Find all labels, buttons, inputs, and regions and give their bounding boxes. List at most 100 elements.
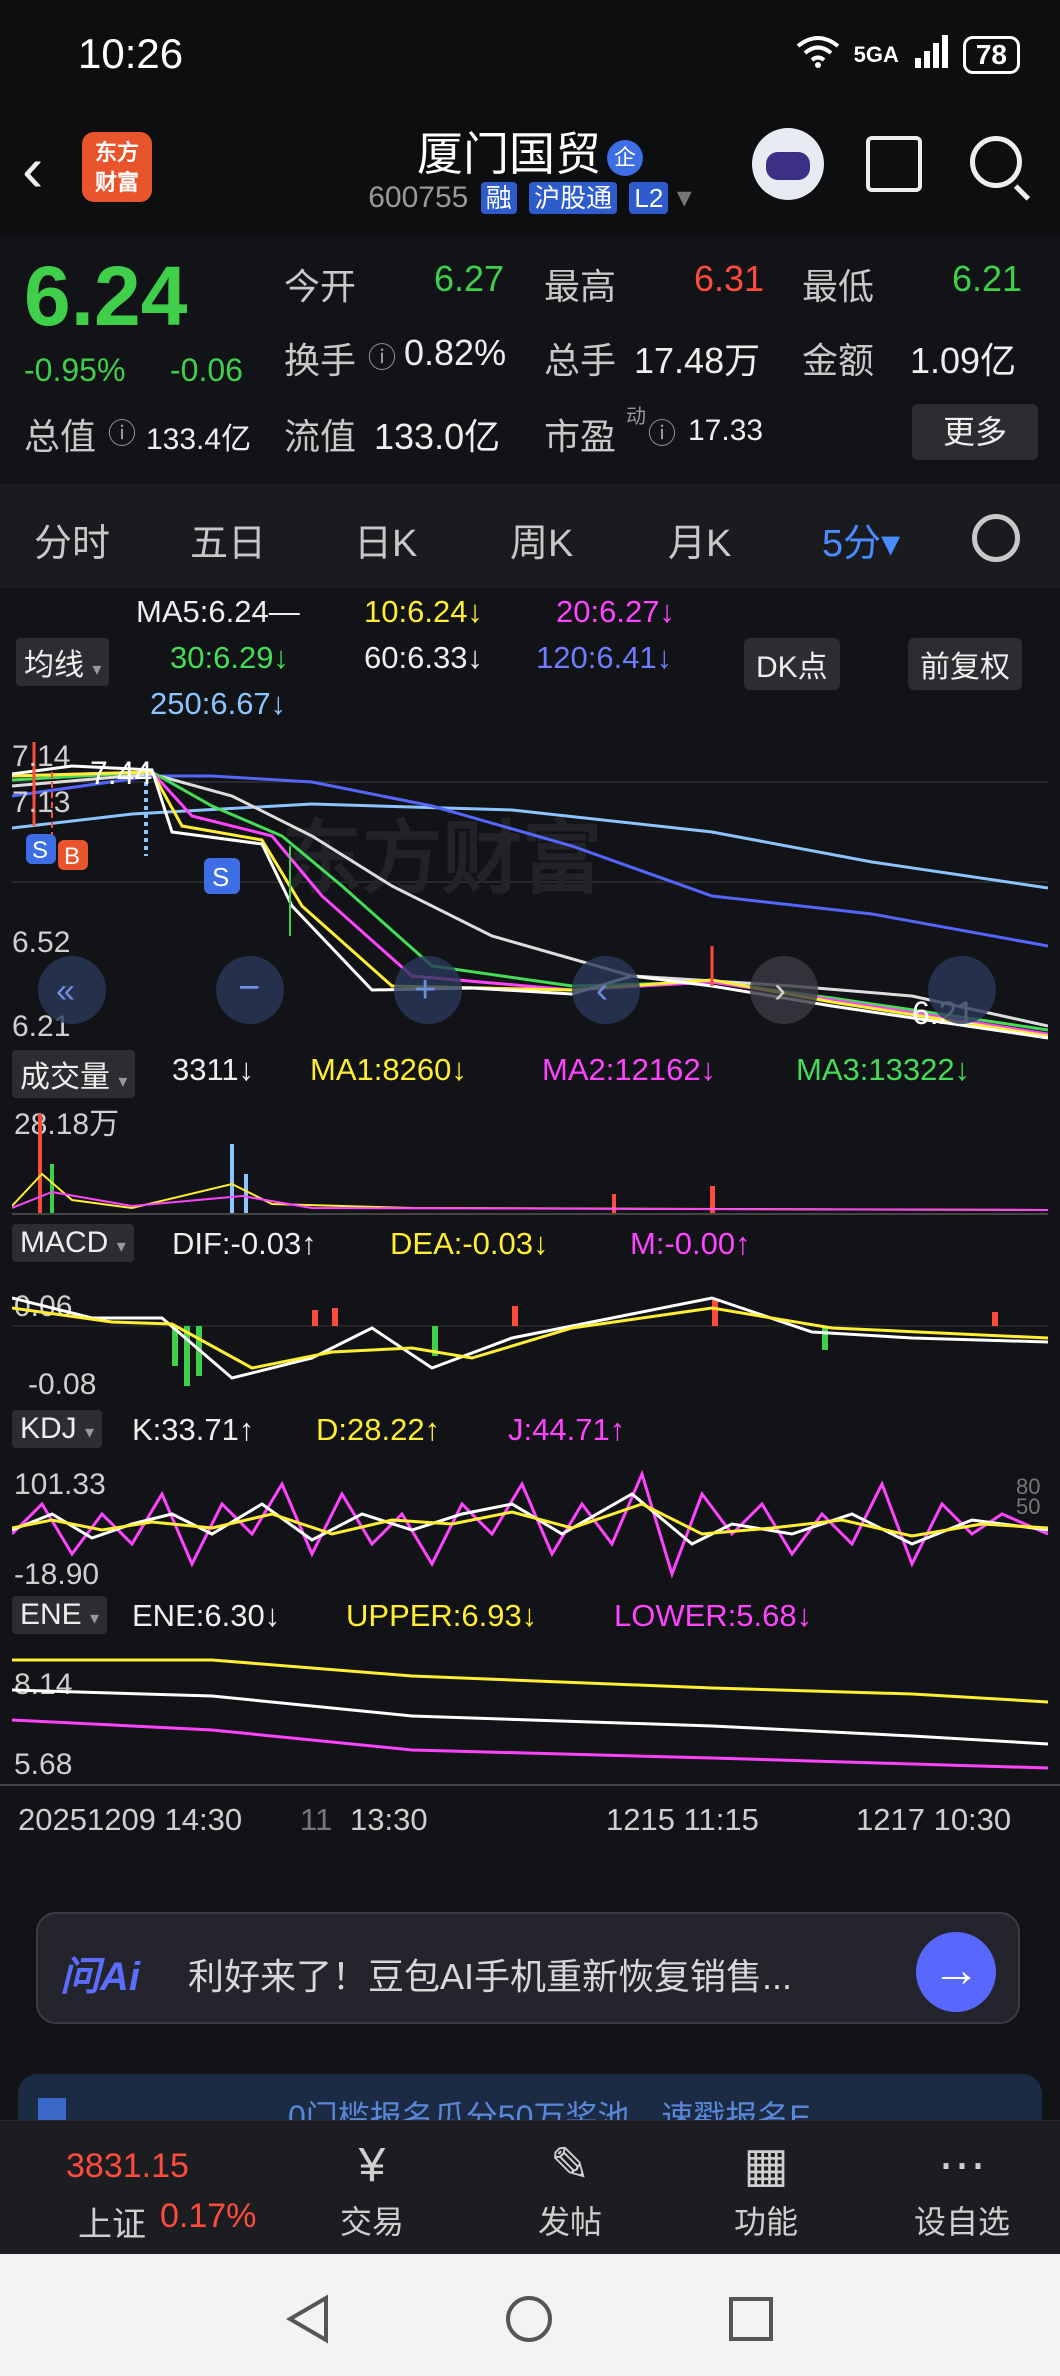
info-icon[interactable]: ⓘ xyxy=(368,336,396,376)
pe-value: 17.33 xyxy=(688,414,764,447)
index-value: 3831.15 xyxy=(66,2147,189,2185)
ask-ai-logo: 问Ai xyxy=(60,1955,140,1999)
ene-mid-line xyxy=(12,1688,1048,1746)
ma20-legend: 20:6.27↓ xyxy=(556,594,675,629)
ma120-legend: 120:6.41↓ xyxy=(536,640,673,675)
time-label-1: 20251209 14:30 xyxy=(18,1802,243,1837)
mktcap-value: 133.4亿 xyxy=(146,423,252,456)
volume-chart[interactable]: 28.18万 xyxy=(12,1104,1048,1216)
stock-name: 厦门国贸 xyxy=(417,128,601,180)
yuan-icon: ¥ xyxy=(358,2139,386,2192)
more-button[interactable]: 更多 xyxy=(912,404,1038,460)
ma-selector[interactable]: 均线 ▾ xyxy=(16,638,110,686)
price-axis-top: 7.14 xyxy=(12,740,70,773)
low-label: 最低 xyxy=(802,266,875,307)
chevron-down-icon: ▾ xyxy=(85,1422,95,1442)
pe-label: 市盈 xyxy=(544,416,617,457)
ai-robot-icon[interactable] xyxy=(752,128,824,200)
macd-m: M:-0.00↑ xyxy=(630,1226,751,1261)
ene-lower-line xyxy=(12,1718,1048,1770)
ene-axis-bottom: 5.68 xyxy=(14,1748,72,1776)
ene-lower: LOWER:5.68↓ xyxy=(614,1598,813,1633)
home-circle-icon[interactable] xyxy=(504,2294,554,2344)
time-label-5: 1217 10:30 xyxy=(856,1802,1012,1837)
stock-code: 600755 xyxy=(368,181,469,214)
dk-point-button[interactable]: DK点 xyxy=(744,638,840,690)
double-left-icon: « xyxy=(56,972,75,1010)
clock: 10:26 xyxy=(78,30,184,77)
macd-bar xyxy=(312,1310,318,1326)
macd-selector[interactable]: MACD ▾ xyxy=(12,1224,134,1262)
volume-ma3: MA3:13322↓ xyxy=(796,1052,971,1087)
high-annotation: 7.44 xyxy=(90,755,152,791)
volume-ma1: MA1:8260↓ xyxy=(310,1052,467,1087)
nav-functions[interactable]: ▦ 功能 xyxy=(686,2135,846,2243)
low-value: 6.21 xyxy=(952,258,1023,299)
ma60-legend: 60:6.33↓ xyxy=(364,640,483,675)
macd-chart[interactable]: 0.06 -0.08 xyxy=(12,1278,1048,1402)
gear-icon[interactable] xyxy=(972,514,1020,562)
time-label-2: 11 xyxy=(300,1802,333,1837)
volume-ma1-line xyxy=(12,1172,1048,1211)
bottom-nav: 3831.15 上证 0.17% ¥ 交易 ✎ 发帖 ▦ 功能 ⋯ 设自选 xyxy=(0,2120,1060,2254)
kdj-chart[interactable]: 101.33 -18.90 80 50 xyxy=(12,1464,1048,1588)
float-label: 流值 xyxy=(284,416,357,457)
float-value: 133.0亿 xyxy=(374,416,501,457)
share-icon[interactable] xyxy=(866,136,922,192)
chevron-down-icon: ▾ xyxy=(92,659,102,679)
system-nav-bar xyxy=(0,2254,1060,2376)
amount-value: 1.09亿 xyxy=(910,340,1017,381)
adjust-button[interactable]: 前复权 xyxy=(908,638,1022,690)
tab-intraday[interactable]: 分时 xyxy=(34,512,110,567)
volume-axis-max: 28.18万 xyxy=(14,1108,119,1141)
wifi-icon xyxy=(796,34,840,76)
sell-marker-label: S xyxy=(32,837,48,864)
recents-square-icon[interactable] xyxy=(726,2294,776,2344)
nav-post[interactable]: ✎ 发帖 xyxy=(490,2135,650,2243)
tab-daily-k[interactable]: 日K xyxy=(354,512,417,567)
search-icon[interactable] xyxy=(970,136,1022,188)
volume-value: 17.48万 xyxy=(634,340,761,381)
volume-bar xyxy=(38,1114,42,1214)
nav-watchlist[interactable]: ⋯ 设自选 xyxy=(882,2135,1042,2243)
watermark: 东方财富 xyxy=(282,814,602,903)
info-icon[interactable]: ⓘ xyxy=(108,412,136,452)
fast-forward-button[interactable] xyxy=(928,956,996,1024)
tab-weekly-k[interactable]: 周K xyxy=(510,512,573,567)
status-icons: 5GA 78 xyxy=(796,34,1020,76)
mktcap-label: 总值 xyxy=(24,416,97,457)
kdj-50-label: 50 xyxy=(1016,1494,1040,1519)
price-chart[interactable]: 东方财富 7.14 7.13 6.52 6.21 7.44 6.21 S B S xyxy=(12,736,1048,1044)
ene-upper: UPPER:6.93↓ xyxy=(346,1598,538,1633)
nav-trade[interactable]: ¥ 交易 xyxy=(292,2135,452,2243)
macd-dif: DIF:-0.03↑ xyxy=(172,1226,317,1261)
price-axis-mid1: 7.13 xyxy=(12,786,70,819)
tab-five-day[interactable]: 五日 xyxy=(190,512,266,567)
volume-ma2-line xyxy=(12,1190,1048,1211)
ene-selector[interactable]: ENE ▾ xyxy=(12,1596,108,1634)
kdj-j: J:44.71↑ xyxy=(508,1412,626,1447)
status-bar: 10:26 5GA 78 xyxy=(0,0,1060,110)
tab-monthly-k[interactable]: 月K xyxy=(668,512,731,567)
period-tabs: 分时 五日 日K 周K 月K 5分▾ xyxy=(0,484,1060,588)
ene-chart[interactable]: 8.14 5.68 xyxy=(12,1650,1048,1776)
kdj-selector[interactable]: KDJ ▾ xyxy=(12,1410,103,1448)
nav-functions-label: 功能 xyxy=(733,2204,798,2240)
volume-label: 总手 xyxy=(544,340,617,381)
enterprise-badge: 企 xyxy=(607,139,643,176)
info-icon[interactable]: ⓘ xyxy=(648,412,676,452)
arrow-right-icon[interactable]: → xyxy=(916,1932,996,2012)
back-triangle-icon[interactable] xyxy=(284,2294,334,2344)
kdj-axis-top: 101.33 xyxy=(14,1468,106,1501)
ai-banner[interactable]: 问Ai 利好来了！豆包AI手机重新恢复销售... → xyxy=(36,1912,1020,2024)
volume-selector[interactable]: 成交量 ▾ xyxy=(12,1050,136,1098)
macd-bar xyxy=(712,1300,718,1326)
chevron-down-icon: ▾ xyxy=(116,1236,126,1256)
plus-icon: + xyxy=(414,969,436,1011)
turnover-value: 0.82% xyxy=(404,332,507,373)
index-quote[interactable]: 3831.15 上证 0.17% xyxy=(0,2121,290,2255)
volume-bar xyxy=(230,1144,234,1214)
kdj-axis-bottom: -18.90 xyxy=(14,1558,99,1588)
quote-panel: 6.24 -0.95% -0.06 今开 6.27 最高 6.31 最低 6.2… xyxy=(0,236,1060,484)
tab-5min[interactable]: 5分▾ xyxy=(822,512,900,567)
